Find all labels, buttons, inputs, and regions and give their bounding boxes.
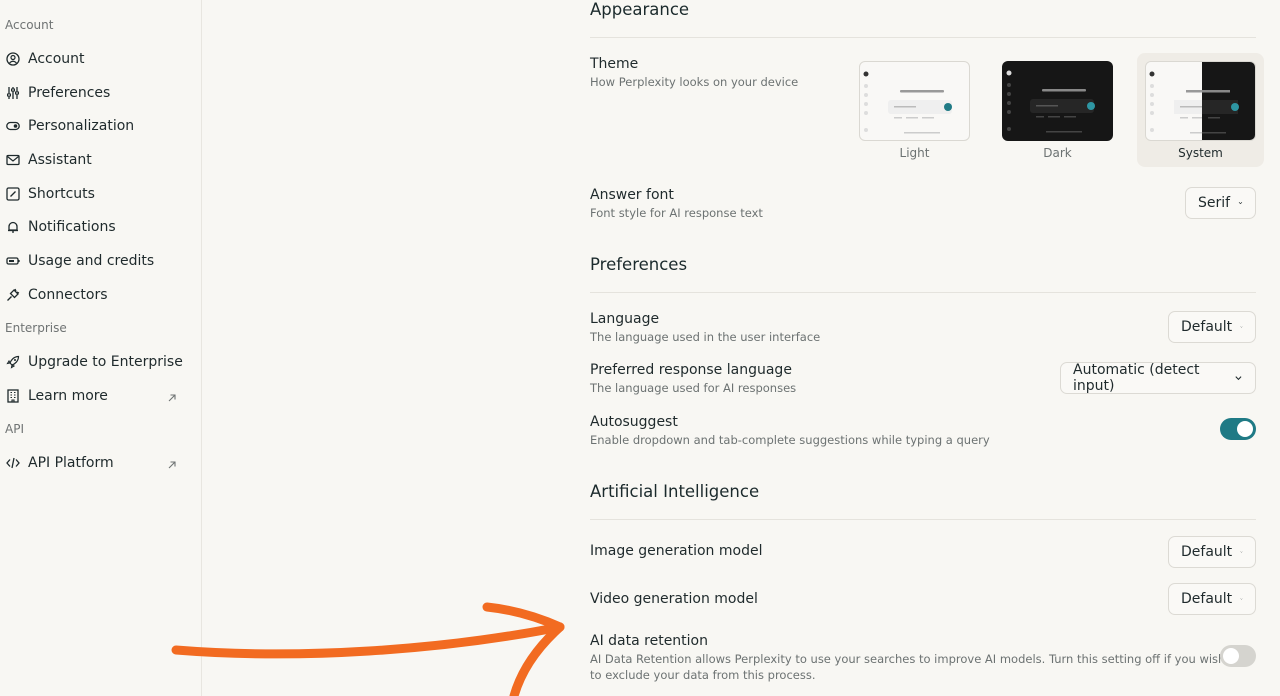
section-title-preferences: Preferences (590, 255, 688, 274)
external-link-icon (166, 456, 178, 469)
response-language-value: Automatic (detect input) (1073, 362, 1200, 394)
rocket-icon (6, 355, 20, 369)
sidebar-item-assistant[interactable]: Assistant (0, 146, 190, 174)
ai-retention-title: AI data retention (590, 633, 708, 649)
language-select[interactable]: Default (1168, 311, 1256, 343)
theme-option-system[interactable] (1145, 61, 1256, 141)
sidebar-item-label: Shortcuts (28, 186, 95, 202)
sidebar-item-label: Assistant (28, 152, 92, 168)
response-language-description: The language used for AI responses (590, 381, 797, 395)
theme-option-light[interactable] (859, 61, 970, 141)
section-divider (590, 292, 1256, 293)
chevron-down-icon (1235, 376, 1242, 381)
sidebar-item-label: Preferences (28, 85, 111, 101)
image-model-select[interactable]: Default (1168, 536, 1256, 568)
bell-icon (6, 220, 20, 234)
theme-label-system: System (1178, 146, 1223, 160)
theme-label-dark: Dark (1043, 146, 1072, 160)
light-theme-preview-icon (863, 71, 952, 134)
sidebar-item-account[interactable]: Account (0, 45, 190, 73)
sidebar-item-label: Learn more (28, 388, 108, 404)
section-title-ai: Artificial Intelligence (590, 482, 760, 501)
sidebar-item-learn-more[interactable]: Learn more (0, 382, 190, 410)
sidebar-item-label: API Platform (28, 455, 114, 471)
sidebar-item-label: Notifications (28, 219, 116, 235)
external-link-icon (166, 389, 178, 402)
theme-title: Theme (590, 56, 639, 72)
building-icon (6, 389, 20, 403)
sidebar-item-usage-and-credits[interactable]: Usage and credits (0, 247, 190, 275)
video-model-select[interactable]: Default (1168, 583, 1256, 615)
system-theme-preview-icon (1146, 62, 1255, 140)
sidebar-item-label: Connectors (28, 287, 108, 303)
sidebar-item-upgrade-to-enterprise[interactable]: Upgrade to Enterprise (0, 348, 190, 376)
theme-option-dark[interactable] (1002, 61, 1113, 141)
toggle-knob (1223, 648, 1239, 664)
response-language-select[interactable]: Automatic (detect input) (1060, 362, 1256, 394)
settings-sidebar: Account Account Preferences Personalizat… (0, 0, 202, 696)
chevron-down-icon (1240, 598, 1243, 600)
shortcut-icon (6, 187, 20, 201)
user-circle-icon (6, 52, 20, 66)
ai-retention-toggle[interactable] (1220, 645, 1256, 667)
sidebar-heading-account: Account (5, 18, 54, 32)
sidebar-item-label: Usage and credits (28, 253, 155, 269)
autosuggest-description: Enable dropdown and tab-complete suggest… (590, 433, 990, 447)
video-model-title: Video generation model (590, 591, 758, 607)
chevron-down-icon (1240, 551, 1243, 553)
settings-main: Appearance Theme How Perplexity looks on… (590, 0, 1264, 696)
toggle-knob (1237, 421, 1253, 437)
sidebar-item-connectors[interactable]: Connectors (0, 281, 190, 309)
battery-icon (6, 254, 20, 268)
sliders-icon (6, 86, 20, 100)
sidebar-item-api-platform[interactable]: API Platform (0, 449, 190, 477)
section-divider (590, 37, 1256, 38)
plug-icon (6, 288, 20, 302)
theme-label-light: Light (899, 146, 930, 160)
sidebar-item-label: Personalization (28, 118, 135, 134)
response-language-title: Preferred response language (590, 362, 792, 378)
sidebar-item-personalization[interactable]: Personalization (0, 112, 190, 140)
answer-font-title: Answer font (590, 187, 674, 203)
theme-description: How Perplexity looks on your device (590, 75, 799, 89)
video-model-value: Default (1181, 591, 1233, 607)
sidebar-item-preferences[interactable]: Preferences (0, 79, 190, 107)
language-description: The language used in the user interface (590, 330, 821, 344)
sidebar-heading-enterprise: Enterprise (5, 321, 67, 335)
autosuggest-toggle[interactable] (1220, 418, 1256, 440)
mail-icon (6, 153, 20, 167)
answer-font-description: Font style for AI response text (590, 206, 763, 220)
chevron-down-icon (1238, 202, 1243, 205)
toggle-icon (6, 119, 20, 133)
dark-theme-preview-icon (1006, 70, 1095, 133)
language-title: Language (590, 311, 660, 327)
section-title-appearance: Appearance (590, 0, 690, 19)
sidebar-item-label: Upgrade to Enterprise (28, 354, 183, 370)
sidebar-item-notifications[interactable]: Notifications (0, 213, 190, 241)
ai-retention-description-line2: to exclude your data from this process. (590, 668, 816, 682)
sidebar-item-shortcuts[interactable]: Shortcuts (0, 180, 190, 208)
code-icon (6, 456, 20, 470)
language-value: Default (1181, 319, 1233, 335)
sidebar-heading-api: API (5, 422, 24, 436)
image-model-value: Default (1181, 544, 1233, 560)
ai-retention-description-line1: AI Data Retention allows Perplexity to u… (590, 652, 1226, 666)
answer-font-value: Serif (1198, 195, 1231, 211)
answer-font-select[interactable]: Serif (1185, 187, 1256, 219)
autosuggest-title: Autosuggest (590, 414, 678, 430)
sidebar-item-label: Account (28, 51, 85, 67)
section-divider (590, 519, 1256, 520)
image-model-title: Image generation model (590, 543, 763, 559)
chevron-down-icon (1240, 326, 1243, 328)
